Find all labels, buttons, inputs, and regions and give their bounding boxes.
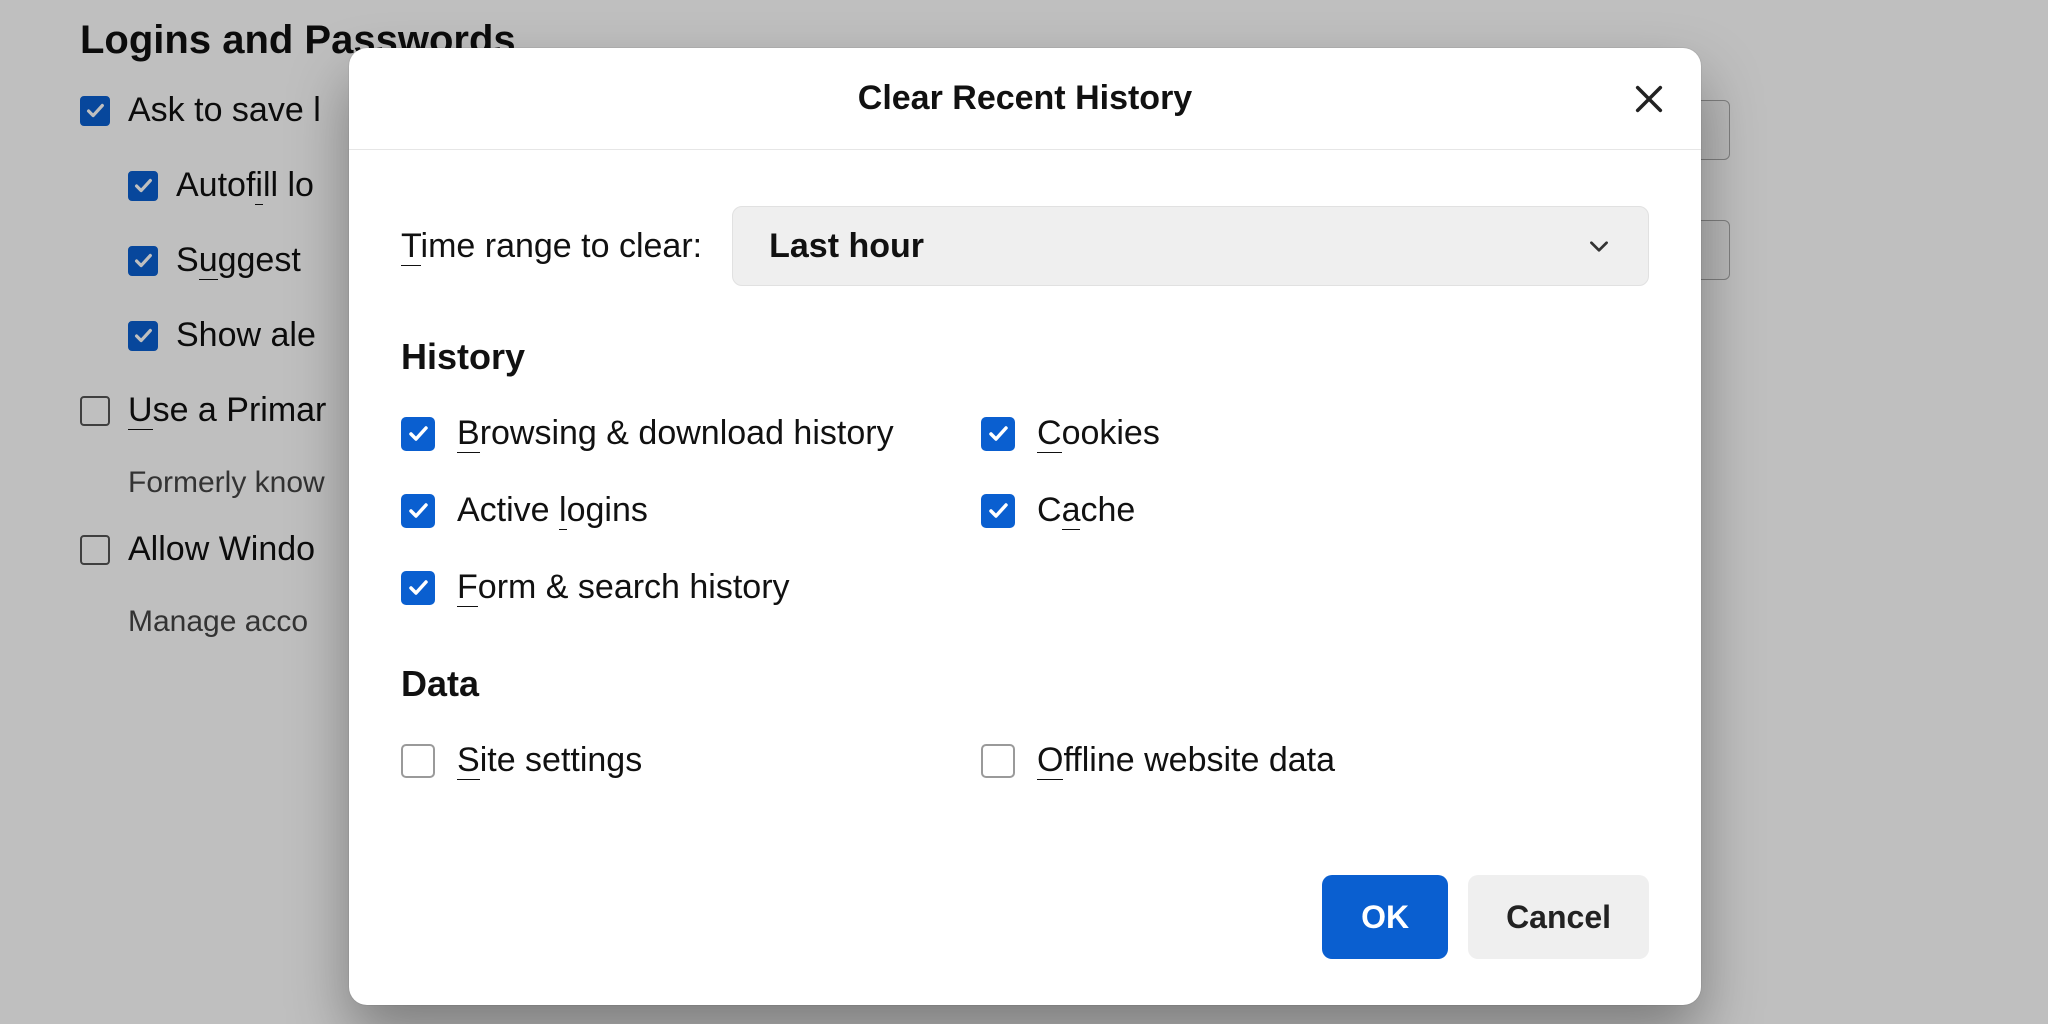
- checkbox-icon[interactable]: [401, 417, 435, 451]
- checkbox-label: Cookies: [1037, 414, 1160, 453]
- checkbox-icon[interactable]: [981, 417, 1015, 451]
- close-button[interactable]: [1621, 71, 1677, 127]
- checkbox-label: Cache: [1037, 491, 1135, 530]
- time-range-row: Time range to clear: Last hour: [401, 206, 1649, 286]
- time-range-value: Last hour: [769, 227, 924, 266]
- checkbox-icon[interactable]: [401, 744, 435, 778]
- cancel-button[interactable]: Cancel: [1468, 875, 1649, 959]
- time-range-select[interactable]: Last hour: [732, 206, 1649, 286]
- dialog-title: Clear Recent History: [858, 79, 1192, 118]
- section-data-title: Data: [401, 663, 1649, 705]
- dialog-body: Time range to clear: Last hour History B…: [349, 150, 1701, 820]
- checkbox-icon[interactable]: [981, 494, 1015, 528]
- clear-history-dialog: Clear Recent History Time range to clear…: [349, 48, 1701, 1005]
- checkbox-active-logins[interactable]: Active logins: [401, 491, 981, 530]
- dialog-footer: OK Cancel: [349, 875, 1701, 1005]
- close-icon: [1632, 82, 1666, 116]
- section-history-title: History: [401, 336, 1649, 378]
- checkbox-label: Form & search history: [457, 568, 790, 607]
- checkbox-label: Offline website data: [1037, 741, 1335, 780]
- checkbox-site-settings[interactable]: Site settings: [401, 741, 981, 780]
- checkbox-icon[interactable]: [401, 494, 435, 528]
- history-checkbox-grid: Browsing & download history Cookies Acti…: [401, 414, 1649, 607]
- dialog-header: Clear Recent History: [349, 48, 1701, 150]
- checkbox-label: Site settings: [457, 741, 642, 780]
- ok-button[interactable]: OK: [1322, 875, 1448, 959]
- data-checkbox-grid: Site settings Offline website data: [401, 741, 1649, 780]
- checkbox-icon[interactable]: [401, 571, 435, 605]
- checkbox-offline-data[interactable]: Offline website data: [981, 741, 1649, 780]
- checkbox-form-search-history[interactable]: Form & search history: [401, 568, 981, 607]
- checkbox-cookies[interactable]: Cookies: [981, 414, 1649, 453]
- checkbox-browsing-history[interactable]: Browsing & download history: [401, 414, 981, 453]
- checkbox-label: Browsing & download history: [457, 414, 894, 453]
- time-range-label: Time range to clear:: [401, 227, 702, 266]
- chevron-down-icon: [1586, 233, 1612, 259]
- checkbox-icon[interactable]: [981, 744, 1015, 778]
- checkbox-label: Active logins: [457, 491, 648, 530]
- checkbox-cache[interactable]: Cache: [981, 491, 1649, 530]
